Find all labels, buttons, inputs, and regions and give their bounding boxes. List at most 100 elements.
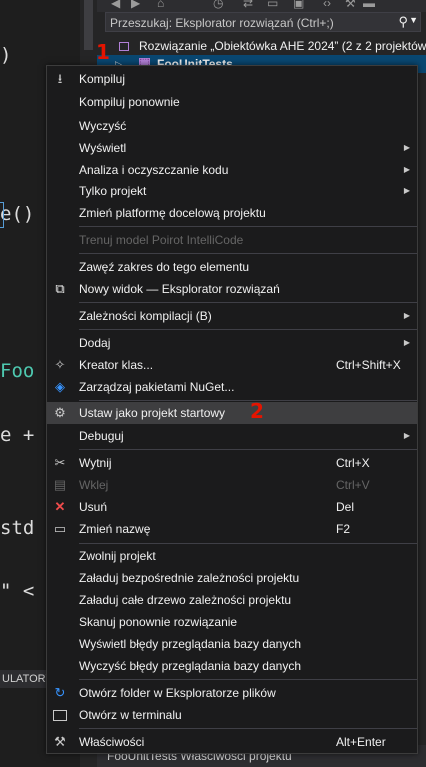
gear-icon: ⚙: [54, 405, 66, 420]
menu-item-rename[interactable]: ▭ Zmień nazwę F2: [47, 518, 417, 540]
menu-separator: [79, 329, 417, 330]
menu-item-load-dep-tree[interactable]: Załaduj całe drzewo zależności projektu: [47, 589, 417, 611]
menu-item-retarget[interactable]: Zmień platformę docelową projektu: [47, 202, 417, 224]
menu-item-label: Skanuj ponownie rozwiązanie: [79, 615, 238, 629]
menu-item-open-folder[interactable]: ↻ Otwórz folder w Eksploratorze plików: [47, 682, 417, 704]
menu-item-set-startup-project[interactable]: ⚙ Ustaw jako projekt startowy: [47, 402, 417, 424]
menu-item-label: Wyczyść: [79, 119, 127, 133]
menu-item-rescan-solution[interactable]: Skanuj ponownie rozwiązanie: [47, 611, 417, 633]
solution-icon: [119, 42, 129, 51]
code-line: std: [0, 517, 35, 539]
menu-item-label: Usuń: [79, 500, 108, 514]
wrench-icon[interactable]: ⚒: [345, 0, 356, 10]
menu-item-label: Otwórz folder w Eksploratorze plików: [79, 686, 276, 700]
menu-item-label: Kompiluj ponownie: [79, 95, 180, 109]
solution-node[interactable]: Rozwiązanie „Obiektówka AHE 2024” (2 z 2…: [97, 37, 426, 55]
menu-item-train-intellicode: Trenuj model Poirot IntelliCode: [47, 229, 417, 251]
menu-item-label: Kreator klas...: [79, 358, 154, 372]
menu-item-label: Ustaw jako projekt startowy: [79, 406, 226, 420]
menu-item-label: Zarządzaj pakietami NuGet...: [79, 380, 235, 394]
menu-item-label: Właściwości: [79, 735, 145, 749]
menu-item-scope-to-this[interactable]: Zawęź zakres do tego elementu: [47, 256, 417, 278]
annotation-mark-2: 2: [250, 399, 264, 423]
menu-item-rebuild[interactable]: Kompiluj ponownie: [47, 91, 417, 113]
menu-separator: [79, 400, 417, 401]
back-icon[interactable]: ◀: [111, 0, 120, 10]
menu-item-build-dependencies[interactable]: Zależności kompilacji (B) ▶: [47, 305, 417, 327]
paste-icon: ▤: [53, 477, 67, 492]
solution-label: Rozwiązanie „Obiektówka AHE 2024” (2 z 2…: [139, 39, 426, 53]
menu-item-new-view[interactable]: ⧉ Nowy widok — Eksplorator rozwiązań: [47, 278, 417, 300]
menu-item-load-direct-deps[interactable]: Załaduj bezpośrednie zależności projektu: [47, 567, 417, 589]
menu-separator: [79, 449, 417, 450]
menu-item-paste: ▤ Wklej Ctrl+V: [47, 474, 417, 496]
forward-icon[interactable]: ▶: [131, 0, 140, 10]
menu-item-label: Wyświetl: [79, 141, 127, 155]
search-input[interactable]: Przeszukaj: Eksplorator rozwiązań (Ctrl+…: [105, 12, 421, 32]
menu-item-label: Załaduj bezpośrednie zależności projektu: [79, 571, 300, 585]
context-menu: ⭳ Kompiluj Kompiluj ponownie Wyczyść Wyś…: [46, 65, 418, 754]
menu-item-label: Zwolnij projekt: [79, 549, 156, 563]
menu-item-shortcut: Alt+Enter: [336, 735, 386, 749]
menu-item-label: Wyświetl błędy przeglądania bazy danych: [79, 637, 302, 651]
terminal-icon: [51, 704, 69, 728]
menu-item-debug[interactable]: Debuguj ▶: [47, 425, 417, 447]
home-icon[interactable]: ⌂: [157, 0, 164, 10]
menu-item-class-wizard[interactable]: ✧ Kreator klas... Ctrl+Shift+X: [47, 354, 417, 376]
menu-item-label: Analiza i oczyszczanie kodu: [79, 163, 229, 177]
submenu-arrow-icon: ▶: [403, 143, 410, 152]
menu-item-show-db-errors[interactable]: Wyświetl błędy przeglądania bazy danych: [47, 633, 417, 655]
sync-icon[interactable]: ⇄: [243, 0, 253, 10]
menu-item-analyze[interactable]: Analiza i oczyszczanie kodu ▶: [47, 159, 417, 181]
code-line: ): [0, 44, 12, 66]
menu-item-label: Załaduj całe drzewo zależności projektu: [79, 593, 292, 607]
menu-separator: [79, 728, 417, 729]
menu-item-open-terminal[interactable]: Otwórz w terminalu: [47, 704, 417, 726]
menu-item-delete[interactable]: ✕ Usuń Del: [47, 496, 417, 518]
submenu-arrow-icon: ▶: [403, 165, 410, 174]
history-icon[interactable]: ◷: [213, 0, 223, 10]
menu-item-label: Wyczyść błędy przeglądania bazy danych: [79, 659, 302, 673]
menu-item-manage-nuget[interactable]: ◈ Zarządzaj pakietami NuGet...: [47, 376, 417, 398]
menu-item-label: Otwórz w terminalu: [79, 708, 182, 722]
menu-item-label: Debuguj: [79, 429, 124, 443]
submenu-arrow-icon: ▶: [403, 338, 410, 347]
rename-icon: ▭: [53, 521, 67, 536]
menu-item-project-only[interactable]: Tylko projekt ▶: [47, 180, 417, 202]
search-icon[interactable]: ⚲: [398, 14, 408, 30]
menu-item-cut[interactable]: ✂ Wytnij Ctrl+X: [47, 452, 417, 474]
menu-item-clean[interactable]: Wyczyść: [47, 115, 417, 137]
menu-item-view[interactable]: Wyświetl ▶: [47, 137, 417, 159]
menu-item-clear-db-errors[interactable]: Wyczyść błędy przeglądania bazy danych: [47, 655, 417, 677]
editor-scrollbar-thumb[interactable]: [84, 0, 93, 50]
collapse-icon[interactable]: ▭: [267, 0, 278, 10]
preview-icon[interactable]: ▬: [363, 0, 375, 10]
solution-explorer-toolbar: ◀ ▶ ⌂ ◷ ⇄ ▭ ▣ ‹› ⚒ ▬: [97, 0, 426, 12]
selection-box: [0, 202, 4, 228]
build-icon: ⭳: [57, 71, 63, 86]
menu-item-label: Dodaj: [79, 336, 111, 350]
menu-item-properties[interactable]: ⚒ Właściwości Alt+Enter: [47, 731, 417, 753]
show-all-icon[interactable]: ▣: [293, 0, 304, 10]
menu-item-build[interactable]: ⭳ Kompiluj: [47, 68, 417, 90]
menu-item-label: Zawęź zakres do tego elementu: [79, 260, 250, 274]
menu-item-shortcut: Ctrl+V: [336, 478, 370, 492]
menu-item-label: Zmień platformę docelową projektu: [79, 206, 266, 220]
menu-item-label: Tylko projekt: [79, 184, 147, 198]
class-wizard-icon: ✧: [54, 357, 66, 372]
submenu-arrow-icon: ▶: [403, 186, 410, 195]
code-line: " <: [0, 580, 35, 602]
menu-separator: [79, 543, 417, 544]
code-icon[interactable]: ‹›: [323, 0, 331, 10]
code-line: e(): [0, 203, 35, 225]
menu-item-add[interactable]: Dodaj ▶: [47, 332, 417, 354]
menu-separator: [79, 226, 417, 227]
delete-icon: ✕: [54, 499, 66, 514]
nuget-icon: ◈: [55, 379, 65, 394]
search-placeholder: Przeszukaj: Eksplorator rozwiązań (Ctrl+…: [110, 16, 334, 30]
bottom-tab[interactable]: ULATORY: [0, 670, 46, 688]
new-view-icon: ⧉: [55, 281, 65, 296]
menu-item-unload-project[interactable]: Zwolnij projekt: [47, 545, 417, 567]
chevron-down-icon[interactable]: ▼: [409, 15, 418, 25]
scissors-icon: ✂: [54, 455, 66, 470]
